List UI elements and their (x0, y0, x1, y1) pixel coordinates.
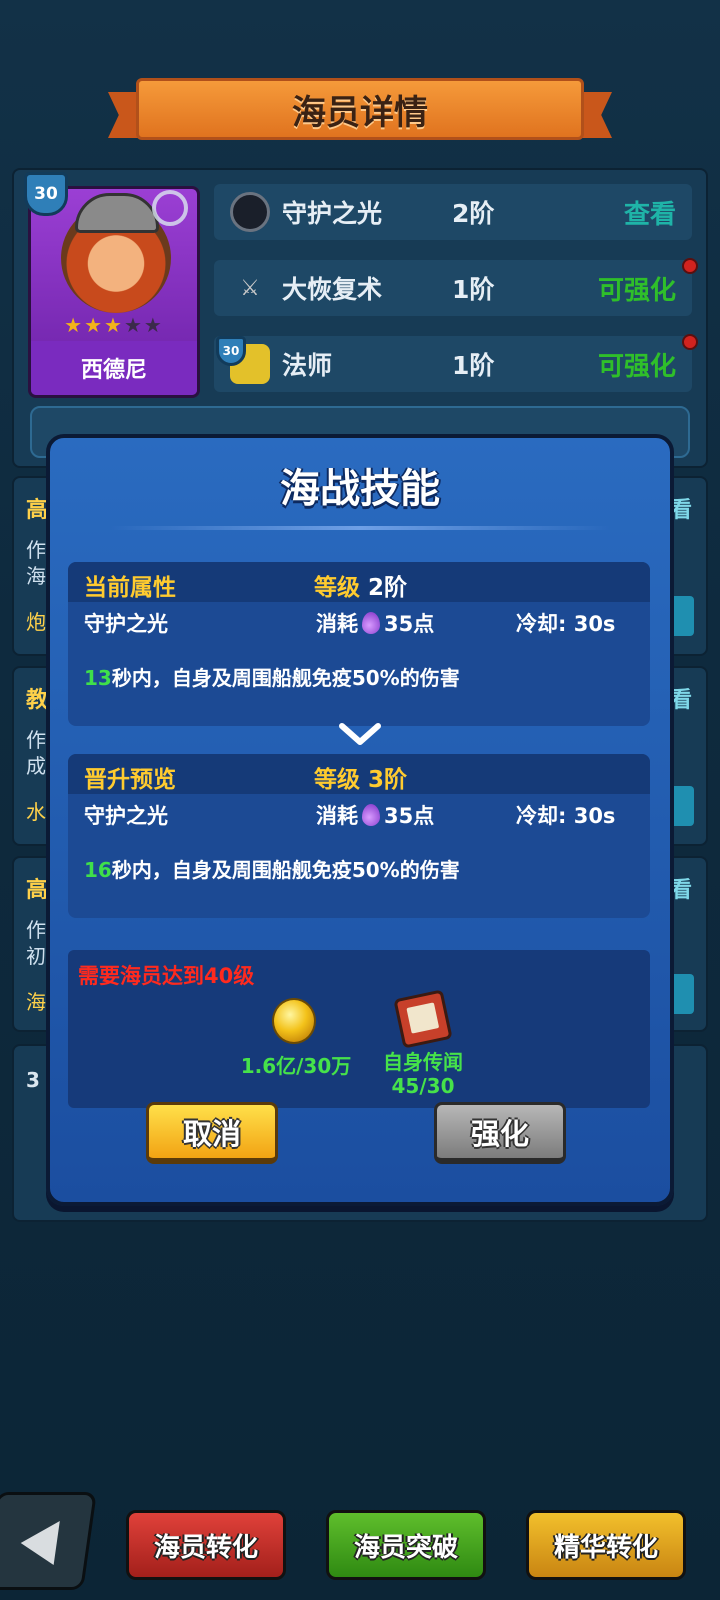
title-divider (110, 526, 610, 530)
skill-tier: 1阶 (452, 275, 495, 304)
page-title: 海员详情 (292, 92, 428, 133)
cost-label: 消耗 (316, 804, 358, 828)
chevron-down-icon (339, 723, 381, 745)
upgradable-button[interactable]: 可强化 (598, 270, 676, 307)
zoom-icon[interactable] (152, 190, 188, 226)
hero-name: 西德尼 (31, 341, 197, 395)
skill-description: 16秒内，自身及周围船舰免疫50%的伤害 (84, 854, 460, 883)
level-value: 3阶 (368, 767, 408, 793)
skill-name: 大恢复术 (282, 275, 383, 304)
material-amount: 45/30 (391, 1074, 455, 1098)
card-head: 教 (26, 688, 49, 713)
crew-convert-button[interactable]: 海员转化 (126, 1510, 286, 1580)
upgrade-preview: 晋升预览 等级 3阶 守护之光 消耗 35点 冷却: 30s 16秒内，自身及周围船… (68, 754, 650, 918)
card-text: 3 (26, 1068, 40, 1092)
star-empty-icon: ★ (143, 313, 164, 337)
skill-description: 13秒内，自身及周围船舰免疫50%的伤害 (84, 662, 460, 691)
duration-value: 16 (84, 858, 112, 882)
notification-dot (682, 258, 698, 274)
section-header: 晋升预览 等级 3阶 (68, 754, 650, 794)
card-text: 作 (26, 538, 46, 562)
gold-coin-icon (272, 998, 316, 1044)
material-name: 自身传闻 (383, 1050, 463, 1074)
crossed-swords-icon: ⚔ (240, 275, 260, 301)
mana-drop-icon (362, 804, 380, 826)
skill-tier: 1阶 (452, 351, 495, 380)
star-icon: ★ (64, 313, 85, 337)
shield-orb-icon (230, 192, 270, 232)
level-text: 等级 (314, 575, 360, 601)
cost-value: 35点 (384, 804, 435, 828)
hero-level-badge: 30 (24, 172, 68, 216)
skill-name: 守护之光 (84, 804, 168, 828)
description-text: 秒内，自身及周围船舰免疫50%的伤害 (111, 666, 460, 690)
cost-label: 消耗 (316, 612, 358, 636)
level-value: 2阶 (368, 575, 408, 601)
dialog-title: 海战技能 (280, 466, 440, 512)
essence-convert-button[interactable]: 精华转化 (526, 1510, 686, 1580)
skill-name: 守护之光 (84, 612, 168, 636)
card-head: 高 (26, 878, 49, 903)
star-icon: ★ (104, 313, 124, 337)
skill-tier: 2阶 (452, 199, 495, 228)
section-label: 当前属性 (84, 575, 176, 601)
back-button[interactable] (0, 1492, 97, 1590)
card-text: 成 (26, 754, 46, 778)
hero-stars: ★★★★★ (31, 313, 197, 337)
level-label: 等级 3阶 (314, 760, 407, 794)
cooldown: 冷却: 30s (516, 804, 616, 828)
cost: 消耗 35点 (316, 608, 434, 638)
card-text: 海 (26, 990, 46, 1014)
mana-drop-icon (362, 612, 380, 634)
skill-stats-row: 守护之光 消耗 35点 冷却: 30s (84, 608, 634, 640)
card-text: 水 (26, 800, 46, 824)
legend-book-icon (393, 989, 453, 1049)
section-label: 晋升预览 (84, 767, 176, 793)
description-text: 秒内，自身及周围船舰免疫50%的伤害 (111, 858, 460, 882)
naval-skill-dialog: 海战技能 当前属性 等级 2阶 守护之光 消耗 35点 冷却: 30s 13秒内，自… (46, 434, 674, 1206)
upgrade-button[interactable]: 强化 (434, 1102, 566, 1164)
cost-value: 35点 (384, 612, 435, 636)
card-text: 初 (26, 944, 46, 968)
mage-level-badge: 30 (216, 336, 246, 366)
cost: 消耗 35点 (316, 800, 434, 830)
section-header: 当前属性 等级 2阶 (68, 562, 650, 602)
cancel-button[interactable]: 取消 (146, 1102, 278, 1164)
star-empty-icon: ★ (123, 313, 144, 337)
level-label: 等级 2阶 (314, 568, 407, 602)
card-head: 高 (26, 498, 49, 523)
card-text: 海 (26, 564, 46, 588)
duration-value: 13 (84, 666, 112, 690)
notification-dot (682, 334, 698, 350)
upgradable-button[interactable]: 可强化 (598, 346, 676, 383)
card-text: 炮 (26, 610, 46, 634)
title-plate: 海员详情 (136, 78, 584, 140)
gold-amount: 1.6亿/30万 (240, 1054, 352, 1078)
skill-stats-row: 守护之光 消耗 35点 冷却: 30s (84, 800, 634, 832)
view-button[interactable]: 查看 (624, 194, 676, 231)
viking-helmet (75, 193, 159, 233)
current-attributes: 当前属性 等级 2阶 守护之光 消耗 35点 冷却: 30s 13秒内，自身及周围船… (68, 562, 650, 726)
cooldown: 冷却: 30s (516, 612, 616, 636)
card-text: 作 (26, 918, 46, 942)
level-text: 等级 (314, 767, 360, 793)
star-icon: ★ (84, 313, 105, 337)
level-requirement: 需要海员达到40级 (78, 964, 255, 988)
skill-row-2[interactable]: ⚔ 大恢复术 1阶 可强化 (214, 260, 692, 316)
title-banner: 海员详情 (108, 78, 612, 146)
legend-material: 自身传闻 45/30 (358, 1050, 488, 1098)
card-text: 作 (26, 728, 46, 752)
crew-breakthrough-button[interactable]: 海员突破 (326, 1510, 486, 1580)
requirements-box: 需要海员达到40级 1.6亿/30万 自身传闻 45/30 (68, 950, 650, 1108)
skill-row-3[interactable]: 法师 1阶 可强化 (214, 336, 692, 392)
skill-name: 法师 (282, 351, 333, 380)
skill-row-1[interactable]: 守护之光 2阶 查看 (214, 184, 692, 240)
back-arrow-icon (17, 1521, 60, 1565)
skill-name: 守护之光 (282, 199, 383, 228)
